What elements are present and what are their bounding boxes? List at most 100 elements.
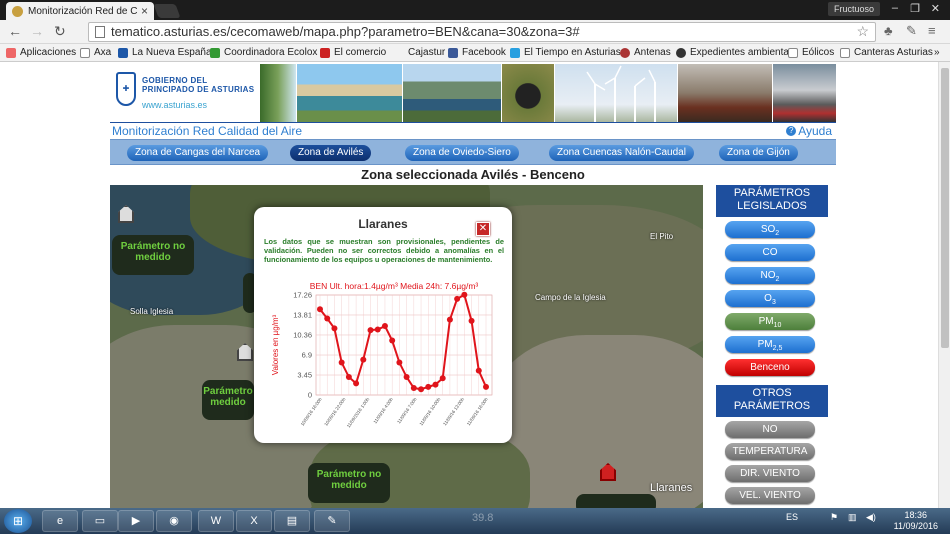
document-icon[interactable]: ▤ bbox=[274, 510, 310, 532]
param-button-benceno[interactable]: Benceno bbox=[725, 359, 815, 376]
back-arrow-icon[interactable]: ← bbox=[8, 23, 22, 39]
bookmark-star-icon[interactable]: ☆ bbox=[856, 23, 869, 40]
media-player-icon[interactable]: ▶ bbox=[118, 510, 154, 532]
user-profile-button[interactable]: Fructuoso bbox=[827, 2, 880, 16]
chart-point[interactable] bbox=[338, 359, 345, 366]
zone-button-gijon[interactable]: Zona de Gijón bbox=[719, 145, 798, 161]
station-label-no-measured[interactable]: Parámetro no medido bbox=[112, 235, 194, 275]
file-explorer-icon[interactable]: ▭ bbox=[82, 510, 118, 532]
more-bookmarks-icon[interactable]: » bbox=[934, 47, 940, 58]
chart-point[interactable] bbox=[353, 380, 360, 387]
zone-button-nalon[interactable]: Zona Cuencas Nalón-Caudal bbox=[549, 145, 694, 161]
param-button-co[interactable]: CO bbox=[725, 244, 815, 261]
chart-point[interactable] bbox=[360, 356, 367, 363]
address-bar[interactable]: tematico.asturias.es/cecomaweb/mapa.php?… bbox=[88, 22, 876, 42]
chart-point[interactable] bbox=[475, 367, 482, 374]
volume-icon[interactable]: ◀) bbox=[866, 512, 876, 523]
page-icon bbox=[95, 26, 105, 38]
chart-point[interactable] bbox=[396, 359, 403, 366]
extension-icon[interactable]: ♣ bbox=[884, 23, 893, 38]
chart-point[interactable] bbox=[331, 325, 338, 332]
bookmark-el-comercio[interactable]: El comercio bbox=[320, 47, 386, 58]
bookmark-cajastur[interactable]: Cajastur bbox=[394, 47, 445, 58]
chart-point[interactable] bbox=[367, 327, 374, 334]
close-popup-button[interactable]: ✕ bbox=[476, 222, 490, 236]
forward-arrow-icon[interactable]: → bbox=[30, 23, 44, 39]
close-window-icon[interactable]: ✕ bbox=[931, 2, 940, 15]
chart-point[interactable] bbox=[454, 295, 461, 302]
bookmark-apps[interactable]: Aplicaciones bbox=[6, 47, 76, 58]
chart-point[interactable] bbox=[483, 383, 489, 390]
chart-point[interactable] bbox=[410, 385, 417, 392]
asturias-crest-icon: ✚ bbox=[116, 72, 136, 106]
chart-point[interactable] bbox=[439, 375, 446, 382]
bookmark-expedientes[interactable]: Expedientes ambienta bbox=[676, 47, 789, 58]
station-label-partial-2[interactable]: Parámetro medido bbox=[202, 380, 254, 420]
browser-tab[interactable]: Monitorización Red de Ca × bbox=[6, 2, 154, 20]
chart-point[interactable] bbox=[425, 383, 432, 390]
bookmark-eolicos[interactable]: Eólicos bbox=[788, 47, 834, 58]
network-icon[interactable]: ▥ bbox=[848, 512, 857, 523]
chart-point[interactable] bbox=[432, 381, 439, 388]
menu-icon[interactable]: ≡ bbox=[928, 23, 936, 38]
param-button-no2[interactable]: NO2 bbox=[725, 267, 815, 284]
chart-point[interactable] bbox=[403, 374, 410, 381]
other-param-button-velviento[interactable]: VEL. VIENTO bbox=[725, 487, 815, 504]
bookmark-tiempo[interactable]: El Tiempo en Asturias bbox=[510, 47, 621, 58]
bookmark-coordinadora[interactable]: Coordinadora Ecolox bbox=[210, 47, 317, 58]
flag-icon[interactable]: ⚑ bbox=[830, 512, 838, 523]
paint-icon[interactable]: ✎ bbox=[314, 510, 350, 532]
other-param-button-temperatura[interactable]: TEMPERATURA bbox=[725, 443, 815, 460]
zone-button-aviles[interactable]: Zona de Avilés bbox=[290, 145, 372, 161]
start-button[interactable]: ⊞ bbox=[4, 509, 32, 533]
minimize-icon[interactable]: – bbox=[892, 2, 898, 14]
excel-icon[interactable]: X bbox=[236, 510, 272, 532]
reload-icon[interactable]: ↻ bbox=[54, 23, 66, 40]
site-header: ✚ GOBIERNO DEL PRINCIPADO DE ASTURIAS www… bbox=[110, 64, 836, 122]
maximize-icon[interactable]: ❐ bbox=[910, 2, 920, 15]
param-button-pm10[interactable]: PM10 bbox=[725, 313, 815, 330]
bookmark-canteras[interactable]: Canteras Asturias bbox=[840, 47, 933, 58]
chart-title: BEN Ult. hora:1.4µg/m³ Media 24h: 7.6µg/… bbox=[310, 281, 479, 291]
other-param-button-dirviento[interactable]: DIR. VIENTO bbox=[725, 465, 815, 482]
scrollbar-thumb[interactable] bbox=[941, 68, 949, 348]
close-tab-icon[interactable]: × bbox=[141, 4, 148, 18]
chart-point[interactable] bbox=[345, 374, 352, 381]
zone-button-oviedo[interactable]: Zona de Oviedo-Siero bbox=[405, 145, 519, 161]
bookmark-antenas[interactable]: Antenas bbox=[620, 47, 671, 58]
word-icon[interactable]: W bbox=[198, 510, 234, 532]
new-tab-button[interactable] bbox=[153, 4, 181, 18]
param-button-o3[interactable]: O3 bbox=[725, 290, 815, 307]
header-photo-windmills bbox=[555, 64, 677, 122]
bookmark-nueva-espana[interactable]: La Nueva España bbox=[118, 47, 212, 58]
zone-button-cangas[interactable]: Zona de Cangas del Narcea bbox=[127, 145, 269, 161]
pencil-icon[interactable]: ✎ bbox=[906, 23, 917, 39]
page-scrollbar[interactable] bbox=[938, 62, 950, 508]
station-label-llaranes[interactable] bbox=[576, 494, 656, 508]
chart-y-tick-label: 6.9 bbox=[302, 351, 312, 360]
chart-point[interactable] bbox=[461, 291, 468, 298]
station-label-no-measured-2[interactable]: Parámetro no medido bbox=[308, 463, 390, 503]
chart-point[interactable] bbox=[374, 326, 381, 333]
chart-point[interactable] bbox=[324, 315, 331, 322]
chart-x-tick-label: 11/09/2016 1:00h bbox=[346, 396, 371, 428]
language-indicator[interactable]: ES bbox=[786, 512, 798, 522]
popup-notice: Los datos que se muestran son provisiona… bbox=[264, 237, 504, 264]
param-button-pm25[interactable]: PM2,5 bbox=[725, 336, 815, 353]
subheader: Monitorización Red Calidad del Aire ? Ayu… bbox=[110, 122, 836, 138]
system-clock[interactable]: 18:36 11/09/2016 bbox=[894, 510, 938, 532]
chart-point[interactable] bbox=[317, 306, 323, 313]
chart-point[interactable] bbox=[468, 317, 475, 324]
other-param-button-no[interactable]: NO bbox=[725, 421, 815, 438]
chart-point[interactable] bbox=[446, 316, 453, 323]
bookmark-axa[interactable]: Axa bbox=[80, 47, 111, 58]
bookmark-facebook[interactable]: Facebook bbox=[448, 47, 506, 58]
chart-point[interactable] bbox=[389, 337, 396, 344]
internet-explorer-icon[interactable]: e bbox=[42, 510, 78, 532]
help-link[interactable]: ? Ayuda bbox=[786, 124, 832, 138]
param-button-so2[interactable]: SO2 bbox=[725, 221, 815, 238]
chrome-icon[interactable]: ◉ bbox=[156, 510, 192, 532]
map-label-el-pito: El Pito bbox=[650, 232, 674, 241]
chart-point[interactable] bbox=[418, 386, 425, 393]
chart-point[interactable] bbox=[381, 323, 388, 330]
